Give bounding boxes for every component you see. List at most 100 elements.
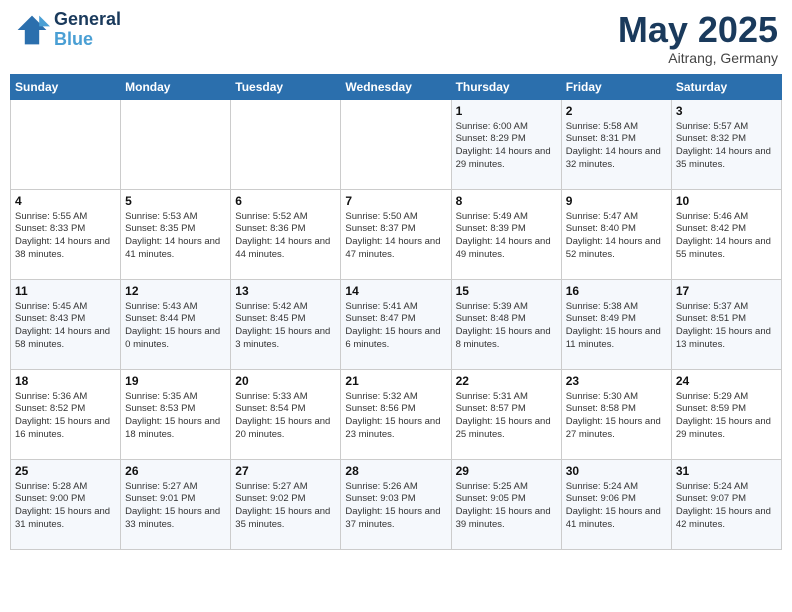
day-number: 6: [235, 194, 336, 208]
day-number: 7: [345, 194, 446, 208]
day-number: 20: [235, 374, 336, 388]
day-info: Sunrise: 5:52 AMSunset: 8:36 PMDaylight:…: [235, 211, 336, 262]
logo-icon: [14, 12, 50, 48]
day-number: 19: [125, 374, 226, 388]
calendar-cell: 17 Sunrise: 5:37 AMSunset: 8:51 PMDayligh…: [671, 279, 781, 369]
calendar-week-1: 1Sunrise: 6:00 AMSunset: 8:29 PMDaylight…: [11, 99, 782, 189]
calendar-cell: 5Sunrise: 5:53 AMSunset: 8:35 PMDaylight…: [121, 189, 231, 279]
calendar-cell: 26 Sunrise: 5:27 AMSunset: 9:01 PMDayligh…: [121, 459, 231, 549]
day-info: Sunrise: 5:53 AMSunset: 8:35 PMDaylight:…: [125, 211, 226, 262]
day-number: 14: [345, 284, 446, 298]
calendar-week-4: 18 Sunrise: 5:36 AMSunset: 8:52 PMDayligh…: [11, 369, 782, 459]
day-number: 24: [676, 374, 777, 388]
title-block: May 2025 Aitrang, Germany: [618, 10, 778, 66]
day-number: 8: [456, 194, 557, 208]
calendar-cell: 3Sunrise: 5:57 AMSunset: 8:32 PMDaylight…: [671, 99, 781, 189]
day-number: 16: [566, 284, 667, 298]
day-info: Sunrise: 5:50 AMSunset: 8:37 PMDaylight:…: [345, 211, 446, 262]
calendar-cell: 2 Sunrise: 5:58 AMSunset: 8:31 PMDaylight…: [561, 99, 671, 189]
logo-text: General Blue: [54, 10, 121, 50]
weekday-header-thursday: Thursday: [451, 74, 561, 99]
calendar-cell: 12 Sunrise: 5:43 AMSunset: 8:44 PMDayligh…: [121, 279, 231, 369]
calendar-body: 1Sunrise: 6:00 AMSunset: 8:29 PMDaylight…: [11, 99, 782, 549]
day-info: Sunrise: 5:25 AMSunset: 9:05 PMDaylight:…: [456, 481, 557, 532]
calendar-cell: [231, 99, 341, 189]
day-info: Sunrise: 5:58 AMSunset: 8:31 PMDaylight:…: [566, 121, 667, 172]
day-info: Sunrise: 5:49 AMSunset: 8:39 PMDaylight:…: [456, 211, 557, 262]
calendar-cell: 8 Sunrise: 5:49 AMSunset: 8:39 PMDaylight…: [451, 189, 561, 279]
weekday-row: SundayMondayTuesdayWednesdayThursdayFrid…: [11, 74, 782, 99]
day-number: 3: [676, 104, 777, 118]
calendar-location: Aitrang, Germany: [618, 50, 778, 66]
calendar-cell: 29Sunrise: 5:25 AMSunset: 9:05 PMDayligh…: [451, 459, 561, 549]
day-number: 26: [125, 464, 226, 478]
calendar-cell: 14 Sunrise: 5:41 AMSunset: 8:47 PMDayligh…: [341, 279, 451, 369]
calendar-cell: 31Sunrise: 5:24 AMSunset: 9:07 PMDayligh…: [671, 459, 781, 549]
day-number: 21: [345, 374, 446, 388]
day-number: 10: [676, 194, 777, 208]
day-info: Sunrise: 5:24 AMSunset: 9:07 PMDaylight:…: [676, 481, 777, 532]
calendar-cell: 20 Sunrise: 5:33 AMSunset: 8:54 PMDayligh…: [231, 369, 341, 459]
calendar-cell: [121, 99, 231, 189]
weekday-header-saturday: Saturday: [671, 74, 781, 99]
calendar-cell: 23 Sunrise: 5:30 AMSunset: 8:58 PMDayligh…: [561, 369, 671, 459]
weekday-header-monday: Monday: [121, 74, 231, 99]
calendar-week-2: 4Sunrise: 5:55 AMSunset: 8:33 PMDaylight…: [11, 189, 782, 279]
day-number: 2: [566, 104, 667, 118]
day-info: Sunrise: 5:41 AMSunset: 8:47 PMDaylight:…: [345, 301, 446, 352]
day-info: Sunrise: 5:24 AMSunset: 9:06 PMDaylight:…: [566, 481, 667, 532]
day-info: Sunrise: 6:00 AMSunset: 8:29 PMDaylight:…: [456, 121, 557, 172]
day-info: Sunrise: 5:37 AMSunset: 8:51 PMDaylight:…: [676, 301, 777, 352]
calendar-cell: 28 Sunrise: 5:26 AMSunset: 9:03 PMDayligh…: [341, 459, 451, 549]
day-info: Sunrise: 5:30 AMSunset: 8:58 PMDaylight:…: [566, 391, 667, 442]
day-number: 13: [235, 284, 336, 298]
day-number: 30: [566, 464, 667, 478]
calendar-cell: 16Sunrise: 5:38 AMSunset: 8:49 PMDayligh…: [561, 279, 671, 369]
calendar-week-3: 11Sunrise: 5:45 AMSunset: 8:43 PMDayligh…: [11, 279, 782, 369]
day-info: Sunrise: 5:43 AMSunset: 8:44 PMDaylight:…: [125, 301, 226, 352]
day-number: 12: [125, 284, 226, 298]
calendar-cell: 21 Sunrise: 5:32 AMSunset: 8:56 PMDayligh…: [341, 369, 451, 459]
day-number: 4: [15, 194, 116, 208]
day-info: Sunrise: 5:26 AMSunset: 9:03 PMDaylight:…: [345, 481, 446, 532]
day-info: Sunrise: 5:32 AMSunset: 8:56 PMDaylight:…: [345, 391, 446, 442]
calendar-cell: 1Sunrise: 6:00 AMSunset: 8:29 PMDaylight…: [451, 99, 561, 189]
day-number: 15: [456, 284, 557, 298]
calendar-cell: 9Sunrise: 5:47 AMSunset: 8:40 PMDaylight…: [561, 189, 671, 279]
day-number: 23: [566, 374, 667, 388]
calendar-cell: 27 Sunrise: 5:27 AMSunset: 9:02 PMDayligh…: [231, 459, 341, 549]
calendar-cell: 10Sunrise: 5:46 AMSunset: 8:42 PMDayligh…: [671, 189, 781, 279]
day-info: Sunrise: 5:28 AMSunset: 9:00 PMDaylight:…: [15, 481, 116, 532]
calendar-cell: 25 Sunrise: 5:28 AMSunset: 9:00 PMDayligh…: [11, 459, 121, 549]
day-number: 18: [15, 374, 116, 388]
day-info: Sunrise: 5:29 AMSunset: 8:59 PMDaylight:…: [676, 391, 777, 442]
weekday-header-wednesday: Wednesday: [341, 74, 451, 99]
day-info: Sunrise: 5:47 AMSunset: 8:40 PMDaylight:…: [566, 211, 667, 262]
day-info: Sunrise: 5:36 AMSunset: 8:52 PMDaylight:…: [15, 391, 116, 442]
day-info: Sunrise: 5:27 AMSunset: 9:01 PMDaylight:…: [125, 481, 226, 532]
calendar-cell: 19Sunrise: 5:35 AMSunset: 8:53 PMDayligh…: [121, 369, 231, 459]
calendar-cell: 11Sunrise: 5:45 AMSunset: 8:43 PMDayligh…: [11, 279, 121, 369]
day-number: 25: [15, 464, 116, 478]
weekday-header-friday: Friday: [561, 74, 671, 99]
weekday-header-tuesday: Tuesday: [231, 74, 341, 99]
calendar-cell: 18 Sunrise: 5:36 AMSunset: 8:52 PMDayligh…: [11, 369, 121, 459]
day-info: Sunrise: 5:27 AMSunset: 9:02 PMDaylight:…: [235, 481, 336, 532]
calendar-table: SundayMondayTuesdayWednesdayThursdayFrid…: [10, 74, 782, 550]
day-number: 27: [235, 464, 336, 478]
day-info: Sunrise: 5:31 AMSunset: 8:57 PMDaylight:…: [456, 391, 557, 442]
calendar-cell: 22Sunrise: 5:31 AMSunset: 8:57 PMDayligh…: [451, 369, 561, 459]
calendar-week-5: 25 Sunrise: 5:28 AMSunset: 9:00 PMDayligh…: [11, 459, 782, 549]
calendar-cell: 24 Sunrise: 5:29 AMSunset: 8:59 PMDayligh…: [671, 369, 781, 459]
day-info: Sunrise: 5:33 AMSunset: 8:54 PMDaylight:…: [235, 391, 336, 442]
calendar-cell: 30 Sunrise: 5:24 AMSunset: 9:06 PMDayligh…: [561, 459, 671, 549]
weekday-header-sunday: Sunday: [11, 74, 121, 99]
day-number: 11: [15, 284, 116, 298]
day-number: 17: [676, 284, 777, 298]
day-info: Sunrise: 5:42 AMSunset: 8:45 PMDaylight:…: [235, 301, 336, 352]
calendar-cell: [341, 99, 451, 189]
day-number: 28: [345, 464, 446, 478]
calendar-cell: [11, 99, 121, 189]
page-header: General Blue May 2025 Aitrang, Germany: [10, 10, 782, 66]
calendar-cell: 13 Sunrise: 5:42 AMSunset: 8:45 PMDayligh…: [231, 279, 341, 369]
